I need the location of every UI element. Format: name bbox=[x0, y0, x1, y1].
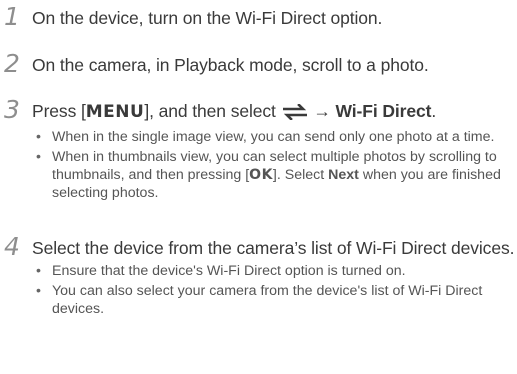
bullet-text: When in the single image view, you can s… bbox=[52, 129, 495, 145]
step-3-text: Press [MENU], and then select → Wi-Fi Di… bbox=[32, 99, 517, 126]
step-4-bullets: • Ensure that the device's Wi-Fi Direct o… bbox=[32, 262, 517, 318]
step-2-number: 2 bbox=[4, 49, 20, 78]
step-3-number: 3 bbox=[4, 95, 20, 124]
step-3: 3 Press [MENU], and then select → Wi-Fi … bbox=[0, 95, 517, 204]
bullet-text: You can also select your camera from the… bbox=[52, 283, 483, 317]
bullet-item: • When in the single image view, you can … bbox=[32, 128, 517, 146]
select-text: ], and then select bbox=[144, 101, 276, 121]
step-4: 4 Select the device from the camera’s li… bbox=[0, 232, 517, 320]
period: . bbox=[431, 101, 437, 121]
bullet-item: • Ensure that the device's Wi-Fi Direct o… bbox=[32, 262, 517, 280]
share-arrows-icon bbox=[282, 102, 307, 126]
bullet-text-part2: ]. Select bbox=[272, 167, 329, 183]
next-label: Next bbox=[328, 167, 359, 183]
menu-key: MENU bbox=[85, 102, 145, 122]
step-4-text: Select the device from the camera’s list… bbox=[32, 238, 515, 258]
bullet-dot: • bbox=[36, 283, 41, 299]
wifi-direct-target: Wi-Fi Direct bbox=[335, 101, 432, 121]
step-3-bullets: • When in the single image view, you can … bbox=[32, 128, 517, 202]
bullet-dot: • bbox=[36, 129, 41, 145]
step-1-number: 1 bbox=[4, 2, 20, 31]
bullet-item: • You can also select your camera from th… bbox=[32, 282, 517, 318]
step-2: 2 On the camera, in Playback mode, scrol… bbox=[0, 49, 517, 78]
bullet-item: • When in thumbnails view, you can select… bbox=[32, 148, 517, 202]
arrow-glyph: → bbox=[313, 101, 331, 121]
bullet-text: Ensure that the device's Wi-Fi Direct op… bbox=[52, 263, 406, 279]
press-text: Press [ bbox=[32, 101, 86, 121]
bullet-dot: • bbox=[36, 149, 41, 165]
step-4-number: 4 bbox=[4, 232, 20, 261]
step-1-text: On the device, turn on the Wi-Fi Direct … bbox=[32, 8, 383, 28]
bullet-dot: • bbox=[36, 263, 41, 279]
step-1: 1 On the device, turn on the Wi-Fi Direc… bbox=[0, 2, 517, 31]
ok-key: OK bbox=[249, 167, 273, 183]
step-2-text: On the camera, in Playback mode, scroll … bbox=[32, 55, 429, 75]
